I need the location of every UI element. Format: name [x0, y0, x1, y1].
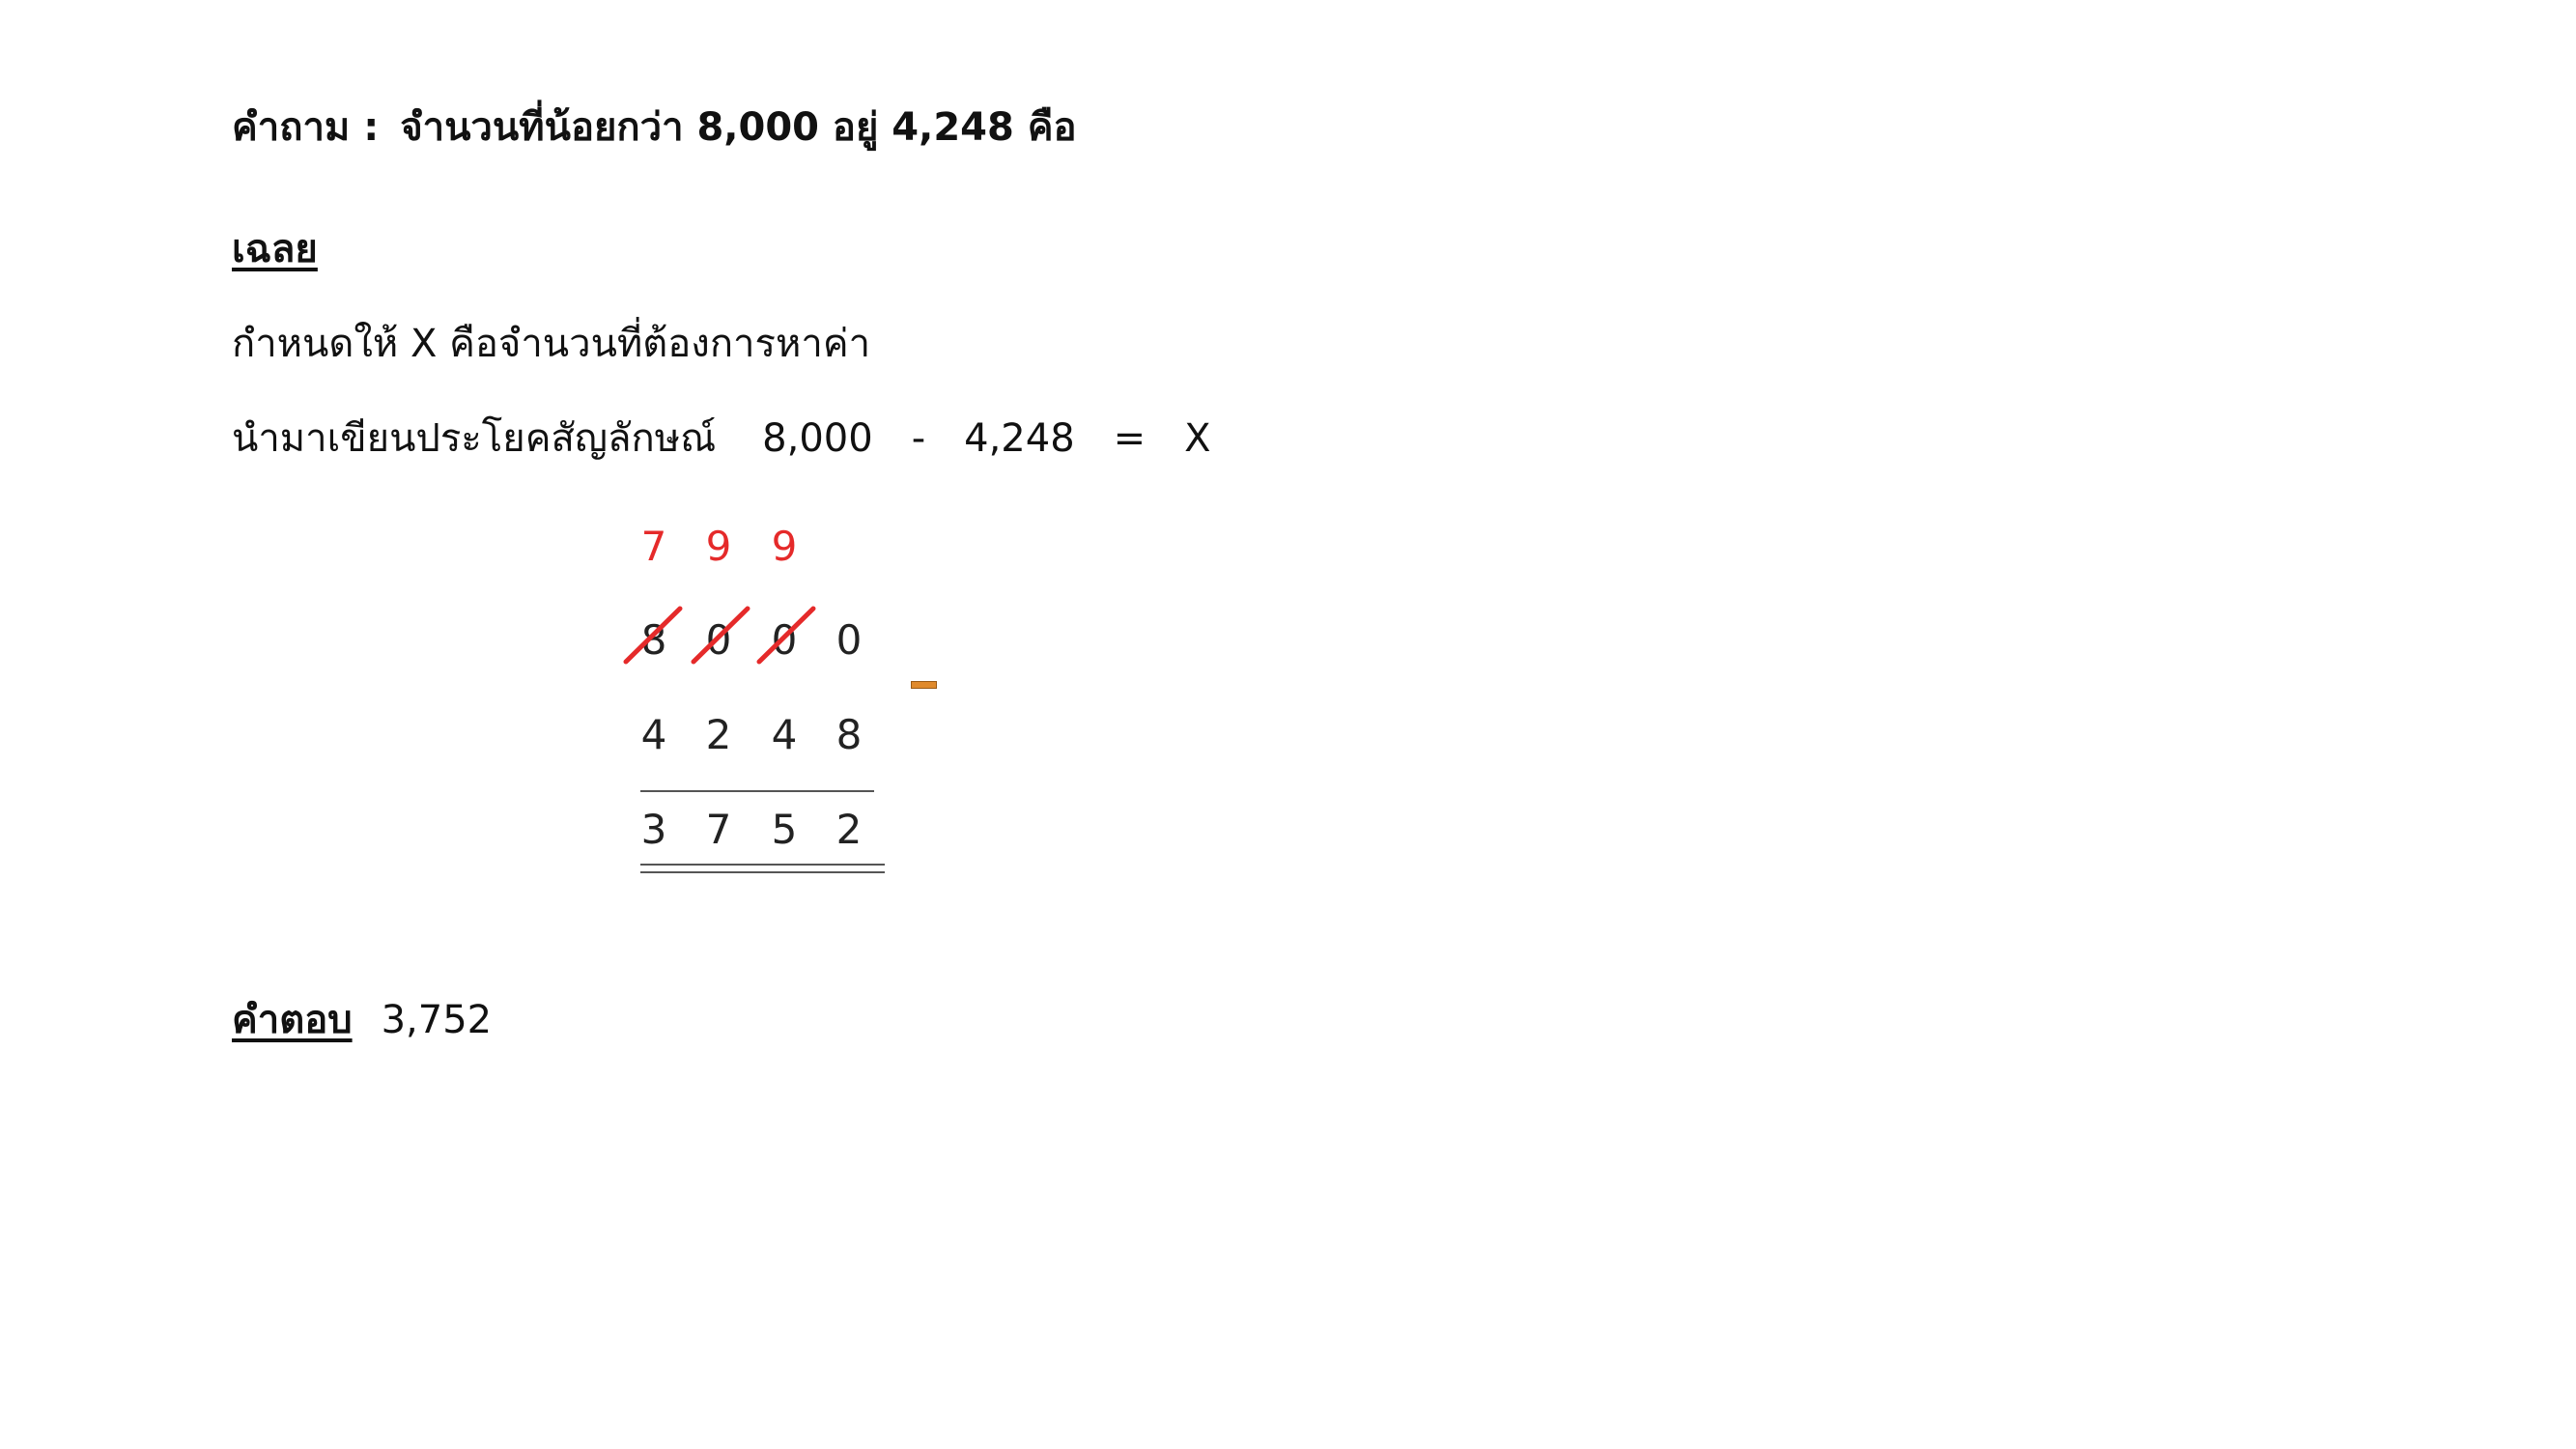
given-statement: กำหนดให้ X คือจำนวนที่ต้องการหาค่า [232, 322, 871, 366]
minuend-digit: 0 [771, 616, 798, 664]
equation-equals: = [1113, 416, 1146, 461]
minuend-digit: 8 [640, 616, 667, 664]
answer-label: คำตอบ [232, 998, 353, 1042]
double-rule-top [640, 864, 885, 866]
double-rule-bottom [640, 871, 885, 873]
difference-digit: 7 [705, 806, 732, 853]
equation-prefix: นำมาเขียนประโยคสัญลักษณ์ [232, 416, 717, 461]
subtrahend-digit: 2 [705, 711, 732, 758]
subtrahend-digit: 8 [835, 711, 863, 758]
minus-sign [911, 681, 937, 689]
strike-slashes [623, 606, 816, 665]
answer-value: 3,752 [381, 998, 493, 1042]
subtrahend-digit: 4 [771, 711, 798, 758]
subtrahend-digit: 4 [640, 711, 667, 758]
question-text: จำนวนที่น้อยกว่า 8,000 อยู่ 4,248 คือ [400, 105, 1077, 150]
borrow-digit: 9 [705, 523, 732, 570]
question-label: คำถาม : [232, 105, 380, 150]
difference-digit: 2 [835, 806, 863, 853]
question-line: คำถาม : จำนวนที่น้อยกว่า 8,000 อยู่ 4,248… [232, 108, 1077, 147]
borrow-digit: 7 [640, 523, 667, 570]
equation-unknown: X [1184, 416, 1211, 461]
equation-minuend: 8,000 [762, 416, 873, 461]
answer-line: คำตอบ 3,752 [232, 1001, 492, 1039]
difference-digit: 5 [771, 806, 798, 853]
minuend-digit: 0 [705, 616, 732, 664]
borrow-digit: 9 [771, 523, 798, 570]
equation-subtrahend: 4,248 [964, 416, 1075, 461]
difference-digit: 3 [640, 806, 667, 853]
equation-line: นำมาเขียนประโยคสัญลักษณ์ 8,000-4,248 = X [232, 419, 1211, 458]
minuend-digit: 0 [835, 616, 863, 664]
equation-minus: - [911, 416, 926, 461]
solution-heading: เฉลย [232, 227, 318, 271]
result-rule [640, 790, 874, 792]
